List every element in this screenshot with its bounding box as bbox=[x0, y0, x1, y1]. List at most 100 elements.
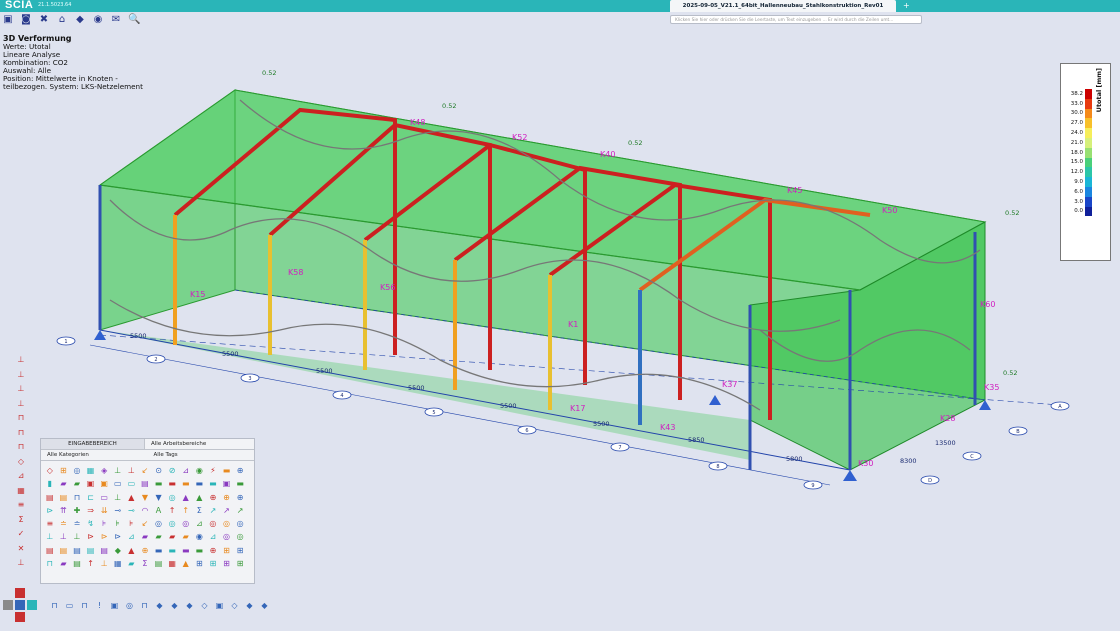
input-tool-icon[interactable]: ⊕ bbox=[220, 491, 234, 504]
input-tool-icon[interactable]: ▤ bbox=[138, 477, 152, 490]
input-tool-icon[interactable]: ▦ bbox=[84, 464, 98, 477]
input-tool-icon[interactable]: ◎ bbox=[70, 464, 84, 477]
input-tool-icon[interactable]: ◎ bbox=[179, 517, 193, 530]
input-tool-icon[interactable]: ⊞ bbox=[220, 557, 234, 570]
input-tool-icon[interactable]: ↗ bbox=[220, 504, 234, 517]
section-icon[interactable]: ▣ bbox=[213, 599, 226, 612]
frame-icon[interactable]: ⊓ bbox=[78, 599, 91, 612]
stairs-tool-icon[interactable]: ⊿ bbox=[14, 469, 28, 484]
grid-tool-icon[interactable]: ▦ bbox=[14, 484, 28, 499]
tab-eingabebereich[interactable]: EINGABEBEREICH bbox=[41, 439, 145, 450]
input-tool-icon[interactable]: ◎ bbox=[220, 517, 234, 530]
input-tool-icon[interactable]: ↑ bbox=[179, 504, 193, 517]
wall-tool-icon[interactable]: ◇ bbox=[14, 455, 28, 470]
input-tool-icon[interactable]: ⊥ bbox=[97, 557, 111, 570]
beam-icon[interactable]: ▭ bbox=[63, 599, 76, 612]
input-tool-icon[interactable]: ◇ bbox=[43, 464, 57, 477]
input-tool-icon[interactable]: ↙ bbox=[138, 517, 152, 530]
input-tool-icon[interactable]: Ａ bbox=[152, 504, 166, 517]
display-icon[interactable]: ◆ bbox=[258, 599, 271, 612]
axis-tool-icon[interactable]: ⊥ bbox=[14, 556, 28, 571]
input-tool-icon[interactable]: ⊿ bbox=[179, 464, 193, 477]
input-tool-icon[interactable]: ▰ bbox=[179, 530, 193, 543]
input-tool-icon[interactable]: ⊥ bbox=[43, 530, 57, 543]
input-tool-icon[interactable]: ⊞ bbox=[233, 544, 247, 557]
input-tool-icon[interactable]: ⊞ bbox=[57, 464, 71, 477]
input-tool-icon[interactable]: ▰ bbox=[57, 477, 71, 490]
mail-icon[interactable]: ✉ bbox=[110, 14, 122, 26]
input-tool-icon[interactable]: Σ bbox=[138, 557, 152, 570]
input-tool-icon[interactable]: ▲ bbox=[125, 491, 139, 504]
input-tool-icon[interactable]: ▼ bbox=[152, 491, 166, 504]
tag-filter[interactable]: Alle Tags bbox=[147, 450, 254, 461]
input-tool-icon[interactable]: ⊘ bbox=[165, 464, 179, 477]
input-tool-icon[interactable]: ▤ bbox=[152, 557, 166, 570]
input-tool-icon[interactable]: ⊕ bbox=[138, 544, 152, 557]
input-tool-icon[interactable]: ↯ bbox=[84, 517, 98, 530]
input-tool-icon[interactable]: ▭ bbox=[97, 491, 111, 504]
view-cube-icon[interactable] bbox=[1, 586, 47, 626]
input-tool-icon[interactable]: ⊿ bbox=[206, 530, 220, 543]
input-tool-icon[interactable]: ⊕ bbox=[233, 464, 247, 477]
input-tool-icon[interactable]: ▭ bbox=[125, 477, 139, 490]
wire-icon[interactable]: ◆ bbox=[168, 599, 181, 612]
input-tool-icon[interactable]: ⚡ bbox=[206, 464, 220, 477]
input-tool-icon[interactable]: ✚ bbox=[70, 504, 84, 517]
input-tool-icon[interactable]: ▼ bbox=[138, 491, 152, 504]
input-tool-icon[interactable]: ⊳ bbox=[111, 530, 125, 543]
view-front-icon[interactable]: ▣ bbox=[108, 599, 121, 612]
command-input[interactable]: Klicken Sie hier oder drücken Sie die Le… bbox=[670, 15, 922, 24]
category-filter[interactable]: Alle Kategorien bbox=[41, 450, 148, 461]
input-tool-icon[interactable]: ⊞ bbox=[193, 557, 207, 570]
input-tool-icon[interactable]: ◉ bbox=[193, 464, 207, 477]
input-tool-icon[interactable]: ⊥ bbox=[57, 530, 71, 543]
input-tool-icon[interactable]: ▬ bbox=[165, 477, 179, 490]
input-tool-icon[interactable]: ⊳ bbox=[84, 530, 98, 543]
input-tool-icon[interactable]: ▦ bbox=[165, 557, 179, 570]
load-tool-icon[interactable]: ⊥ bbox=[14, 397, 28, 412]
input-tool-icon[interactable]: ⊏ bbox=[84, 491, 98, 504]
input-tool-icon[interactable]: ⊞ bbox=[233, 557, 247, 570]
check-tool-icon[interactable]: ✓ bbox=[14, 527, 28, 542]
view-icon[interactable]: ◉ bbox=[92, 14, 104, 26]
input-tool-icon[interactable]: ▰ bbox=[57, 557, 71, 570]
input-tool-icon[interactable]: ◎ bbox=[220, 530, 234, 543]
input-tool-icon[interactable]: ▰ bbox=[70, 477, 84, 490]
input-tool-icon[interactable]: ⊧ bbox=[111, 517, 125, 530]
input-tool-icon[interactable]: ▬ bbox=[179, 477, 193, 490]
input-tool-icon[interactable]: ↗ bbox=[233, 504, 247, 517]
input-tool-icon[interactable]: ▤ bbox=[70, 557, 84, 570]
input-tool-icon[interactable]: ⊕ bbox=[233, 491, 247, 504]
input-tool-icon[interactable]: ⊸ bbox=[111, 504, 125, 517]
input-tool-icon[interactable]: ▰ bbox=[125, 557, 139, 570]
structure-icon[interactable]: ⌂ bbox=[56, 14, 68, 26]
input-tool-icon[interactable]: ▬ bbox=[152, 544, 166, 557]
input-tool-icon[interactable]: ◎ bbox=[206, 517, 220, 530]
open-icon[interactable]: ◙ bbox=[20, 14, 32, 26]
input-tool-icon[interactable]: ⊥ bbox=[70, 530, 84, 543]
input-tool-icon[interactable]: ▲ bbox=[179, 557, 193, 570]
clip-icon[interactable]: ◇ bbox=[228, 599, 241, 612]
input-tool-icon[interactable]: ⊿ bbox=[125, 530, 139, 543]
input-tool-icon[interactable]: ▬ bbox=[193, 544, 207, 557]
input-tool-icon[interactable]: ↙ bbox=[138, 464, 152, 477]
input-tool-icon[interactable]: ≐ bbox=[57, 517, 71, 530]
input-tool-icon[interactable]: ⊸ bbox=[125, 504, 139, 517]
input-tool-icon[interactable]: ⊓ bbox=[70, 491, 84, 504]
sum-tool-icon[interactable]: Σ bbox=[14, 513, 28, 528]
input-tool-icon[interactable]: ◎ bbox=[152, 517, 166, 530]
input-tool-icon[interactable]: ◎ bbox=[165, 491, 179, 504]
input-tool-icon[interactable]: ≡ bbox=[43, 517, 57, 530]
input-tool-icon[interactable]: ◎ bbox=[165, 517, 179, 530]
input-tool-icon[interactable]: ⇒ bbox=[84, 504, 98, 517]
input-tool-icon[interactable]: ▰ bbox=[152, 530, 166, 543]
support-tool-icon[interactable]: ⊥ bbox=[14, 382, 28, 397]
frame-tool-icon[interactable]: ⊓ bbox=[14, 411, 28, 426]
shade-icon[interactable]: ◆ bbox=[183, 599, 196, 612]
column-tool-icon[interactable]: ⊥ bbox=[14, 368, 28, 383]
input-tool-icon[interactable]: ▲ bbox=[125, 544, 139, 557]
input-tool-icon[interactable]: ▣ bbox=[97, 477, 111, 490]
add-tab-button[interactable]: + bbox=[903, 0, 910, 12]
input-tool-icon[interactable]: ⊕ bbox=[206, 491, 220, 504]
search-zoom-icon[interactable]: 🔍 bbox=[128, 14, 140, 26]
